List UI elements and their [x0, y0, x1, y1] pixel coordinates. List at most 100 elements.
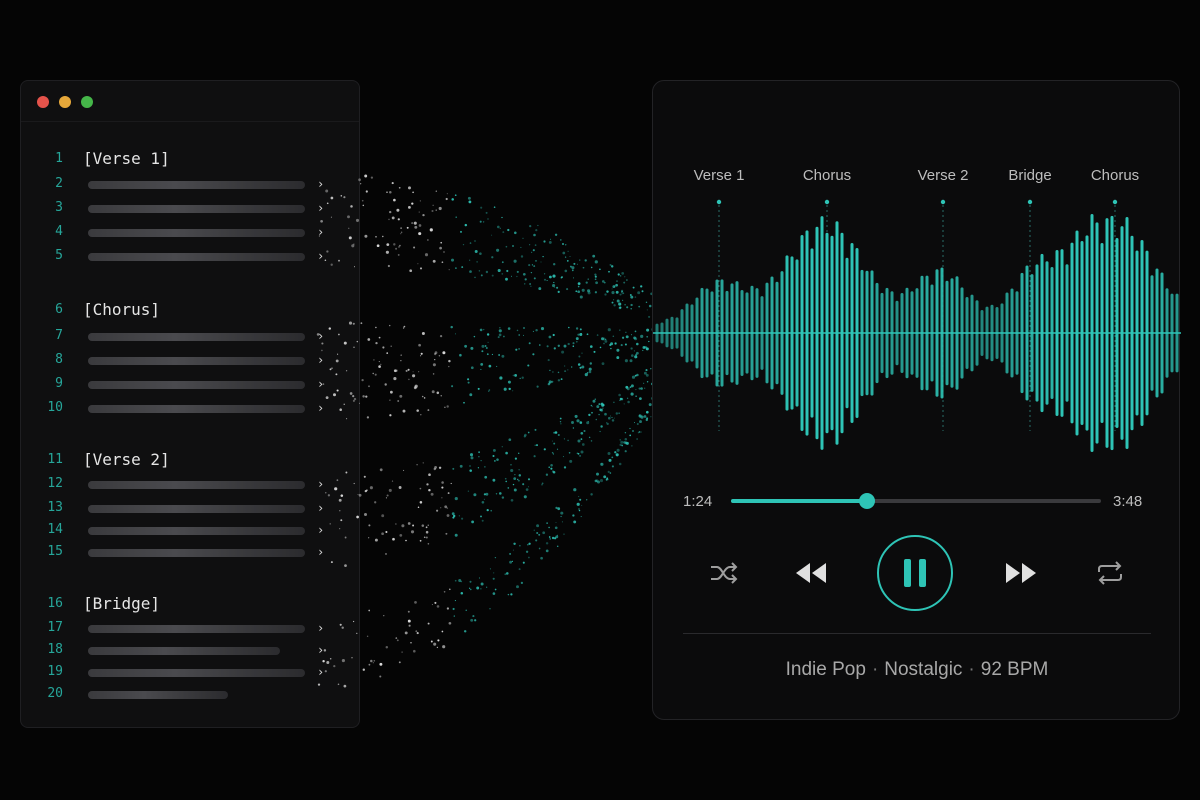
- maximize-window-button[interactable]: [81, 96, 93, 108]
- stream-particle: [474, 250, 478, 253]
- stream-particle: [629, 359, 633, 363]
- stream-particle: [381, 532, 384, 536]
- lyrics-line[interactable]: 3 ›: [21, 197, 359, 219]
- stream-particle: [518, 452, 520, 454]
- repeat-button[interactable]: [1093, 559, 1127, 587]
- stream-particle: [625, 385, 629, 389]
- stream-particle: [506, 572, 509, 575]
- stream-particle: [584, 373, 588, 377]
- stream-particle: [402, 409, 406, 413]
- stream-particle: [427, 543, 430, 545]
- stream-particle: [542, 255, 544, 258]
- stream-particle: [611, 416, 613, 419]
- stream-particle: [460, 580, 463, 583]
- minimize-window-button[interactable]: [59, 96, 71, 108]
- stream-particle: [478, 451, 480, 454]
- progress-fill: [731, 499, 868, 503]
- stream-particle: [621, 272, 625, 275]
- stream-particle: [437, 639, 440, 642]
- lyrics-line[interactable]: 15 ›: [21, 541, 359, 563]
- lyrics-line[interactable]: 17 ›: [21, 617, 359, 639]
- lyrics-line[interactable]: 4 ›: [21, 221, 359, 243]
- lyrics-line[interactable]: 5 ›: [21, 245, 359, 267]
- lyrics-section-header[interactable]: 11 [Verse 2]: [21, 449, 359, 471]
- stream-particle: [469, 242, 472, 244]
- stream-particle: [536, 385, 539, 388]
- stream-particle: [450, 482, 452, 485]
- redacted-lyric-bar: [88, 229, 305, 237]
- stream-particle: [529, 244, 531, 246]
- stream-particle: [572, 514, 575, 517]
- stream-particle: [398, 186, 401, 189]
- rewind-button[interactable]: [791, 559, 831, 587]
- stream-particle: [641, 290, 644, 293]
- stream-particle: [482, 221, 485, 223]
- progress-bar[interactable]: [731, 493, 1101, 509]
- stream-particle: [592, 254, 596, 258]
- stream-particle: [360, 183, 362, 185]
- lyrics-line[interactable]: 20: [21, 683, 359, 705]
- stream-particle: [497, 336, 500, 339]
- stream-particle: [556, 448, 559, 450]
- stream-particle: [613, 285, 616, 287]
- lyrics-section-header[interactable]: 16 [Bridge]: [21, 593, 359, 615]
- lyrics-line[interactable]: 13 ›: [21, 497, 359, 519]
- stream-particle: [575, 337, 579, 341]
- stream-particle: [421, 332, 425, 335]
- stream-particle: [545, 549, 549, 553]
- stream-particle: [616, 299, 620, 303]
- lyrics-section-header[interactable]: 1 [Verse 1]: [21, 148, 359, 170]
- stream-particle: [440, 395, 442, 397]
- stream-particle: [533, 529, 535, 531]
- stream-particle: [481, 519, 484, 522]
- stream-particle: [579, 295, 583, 299]
- stream-particle: [606, 422, 609, 426]
- lyrics-line[interactable]: 10 ›: [21, 397, 359, 419]
- stream-particle: [585, 281, 588, 284]
- stream-particle: [374, 501, 377, 504]
- stream-particle: [600, 402, 604, 406]
- stream-particle: [534, 444, 536, 446]
- stream-particle: [464, 223, 468, 227]
- stream-particle: [430, 640, 433, 643]
- stream-particle: [507, 380, 511, 384]
- stream-particle: [433, 467, 437, 471]
- stream-particle: [568, 326, 570, 329]
- stream-particle: [368, 663, 371, 666]
- total-duration: 3:48: [1113, 493, 1143, 510]
- stream-particle: [554, 233, 558, 236]
- lyrics-line[interactable]: 19 ›: [21, 661, 359, 683]
- stream-particle: [548, 536, 551, 538]
- fast-forward-button[interactable]: [1001, 559, 1041, 587]
- pause-icon: [904, 559, 926, 587]
- lyrics-section-header[interactable]: 6 [Chorus]: [21, 299, 359, 321]
- progress-knob[interactable]: [859, 493, 876, 509]
- stream-particle: [529, 224, 532, 228]
- lyrics-line[interactable]: 18 ›: [21, 639, 359, 661]
- stream-particle: [522, 561, 525, 564]
- stream-particle: [399, 534, 403, 537]
- stream-particle: [603, 475, 607, 479]
- lyrics-line[interactable]: 8 ›: [21, 349, 359, 371]
- stream-particle: [587, 291, 591, 295]
- stream-particle: [611, 456, 614, 459]
- stream-particle: [516, 329, 519, 332]
- stream-particle: [612, 285, 616, 289]
- lyrics-line[interactable]: 9 ›: [21, 373, 359, 395]
- lyrics-line[interactable]: 2 ›: [21, 173, 359, 195]
- lyrics-line[interactable]: 12 ›: [21, 473, 359, 495]
- close-window-button[interactable]: [37, 96, 49, 108]
- shuffle-button[interactable]: [707, 559, 741, 587]
- stream-particle: [619, 439, 621, 441]
- stream-particle: [465, 609, 467, 611]
- stream-particle: [553, 537, 557, 540]
- stream-particle: [621, 336, 625, 339]
- pause-button[interactable]: [877, 535, 953, 611]
- stream-particle: [418, 232, 422, 236]
- lyrics-line[interactable]: 7 ›: [21, 325, 359, 347]
- lyrics-line[interactable]: 14 ›: [21, 519, 359, 541]
- stream-particle: [555, 521, 557, 524]
- stream-particle: [572, 345, 575, 347]
- line-number: 18: [47, 642, 63, 657]
- stream-particle: [368, 609, 371, 612]
